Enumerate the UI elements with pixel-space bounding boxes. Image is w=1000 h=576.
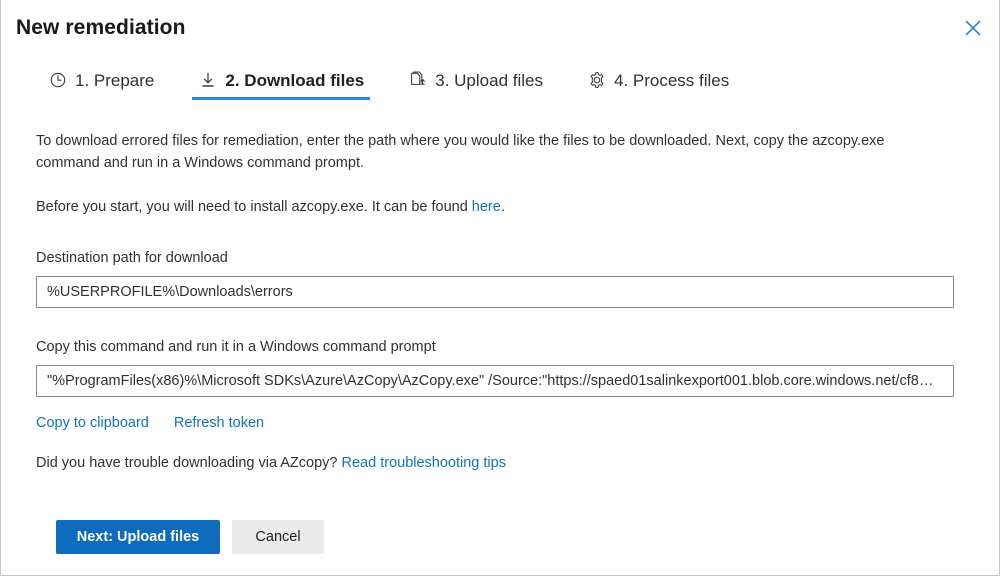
dialog-header: New remediation [1, 0, 999, 58]
refresh-token-link[interactable]: Refresh token [174, 415, 264, 431]
gear-icon [587, 70, 607, 90]
prerequisite-paragraph: Before you start, you will need to insta… [36, 196, 916, 218]
azcopy-command-input[interactable] [36, 365, 954, 397]
new-remediation-dialog: New remediation 1. Prepare [0, 0, 1000, 576]
file-upload-icon [408, 70, 428, 90]
dialog-content: To download errored files for remediatio… [36, 130, 969, 471]
tab-process-files-label: 4. Process files [614, 72, 729, 89]
tab-prepare[interactable]: 1. Prepare [48, 70, 176, 100]
intro-paragraph: To download errored files for remediatio… [36, 130, 916, 174]
tab-upload-files[interactable]: 3. Upload files [408, 70, 565, 100]
command-label: Copy this command and run it in a Window… [36, 339, 969, 355]
page-title: New remediation [16, 16, 186, 40]
troubleshooting-question: Did you have trouble downloading via AZc… [36, 455, 337, 471]
wizard-tabs: 1. Prepare 2. Download files [48, 70, 751, 100]
destination-path-input[interactable] [36, 276, 954, 308]
tab-process-files[interactable]: 4. Process files [587, 70, 751, 100]
clock-icon [48, 70, 68, 90]
download-icon [198, 70, 218, 90]
troubleshooting-row: Did you have trouble downloading via AZc… [36, 455, 969, 471]
next-upload-files-button[interactable]: Next: Upload files [56, 520, 220, 554]
close-button[interactable] [953, 10, 993, 46]
command-actions: Copy to clipboard Refresh token [36, 415, 969, 431]
tab-download-files[interactable]: 2. Download files [198, 70, 386, 100]
troubleshooting-tips-link[interactable]: Read troubleshooting tips [342, 455, 506, 471]
close-icon [965, 20, 981, 36]
tab-prepare-label: 1. Prepare [75, 72, 154, 89]
azcopy-download-link[interactable]: here [472, 199, 501, 215]
tab-download-files-label: 2. Download files [225, 72, 364, 89]
tab-upload-files-label: 3. Upload files [435, 72, 543, 89]
destination-path-label: Destination path for download [36, 250, 969, 266]
prerequisite-text-suffix: . [501, 199, 505, 215]
cancel-button[interactable]: Cancel [232, 520, 324, 554]
copy-to-clipboard-link[interactable]: Copy to clipboard [36, 415, 149, 431]
prerequisite-text-prefix: Before you start, you will need to insta… [36, 199, 472, 215]
dialog-footer: Next: Upload files Cancel [56, 520, 324, 554]
